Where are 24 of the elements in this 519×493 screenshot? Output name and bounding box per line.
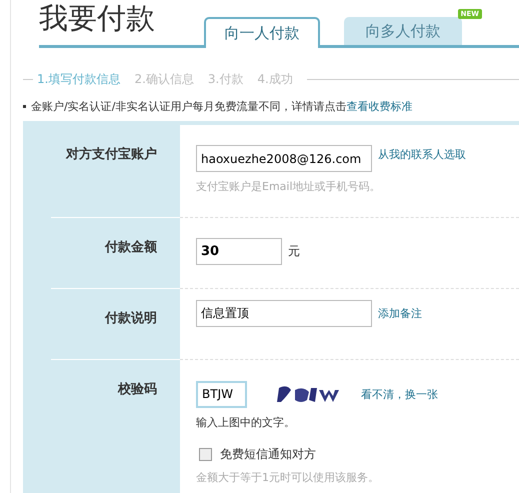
sms-hint: 金额大于等于1元时可以使用该服务。	[196, 470, 380, 485]
captcha-field[interactable]: BTJW	[196, 380, 247, 408]
add-note-link[interactable]: 添加备注	[378, 306, 422, 321]
currency-unit: 元	[288, 243, 300, 260]
step-label: 4.成功	[257, 70, 293, 88]
contacts-link[interactable]: 从我的联系人选取	[378, 147, 466, 162]
fee-link[interactable]: 查看收费标准	[346, 100, 412, 112]
tab[interactable]: 向一人付款	[204, 17, 320, 48]
tab[interactable]: 向多人付款	[344, 17, 462, 45]
sms-checkbox[interactable]	[199, 448, 212, 461]
account-field[interactable]: haoxuezhe2008@126.com	[196, 145, 372, 172]
account-hint: 支付宝账户是Email地址或手机号码。	[196, 179, 382, 194]
bullet-icon	[23, 104, 26, 108]
notice-text: 金账户/实名认证/非实名认证用户每月免费流量不同，详情请点击查看收费标准	[31, 98, 412, 114]
step-label: 2.确认信息	[134, 70, 194, 88]
amount-field[interactable]: 30	[196, 238, 282, 265]
page-title: 我要付款	[39, 0, 156, 37]
sms-label: 免费短信通知对方	[220, 446, 316, 463]
field-label: 校验码	[116, 381, 158, 399]
step-label: 1.填写付款信息	[37, 70, 120, 88]
step-label: 3.付款	[208, 70, 244, 88]
refresh-captcha-link[interactable]: 看不清，换一张	[361, 386, 438, 402]
note-field[interactable]: 信息置顶	[196, 300, 372, 327]
captcha-hint: 输入上图中的文字。	[196, 415, 296, 430]
